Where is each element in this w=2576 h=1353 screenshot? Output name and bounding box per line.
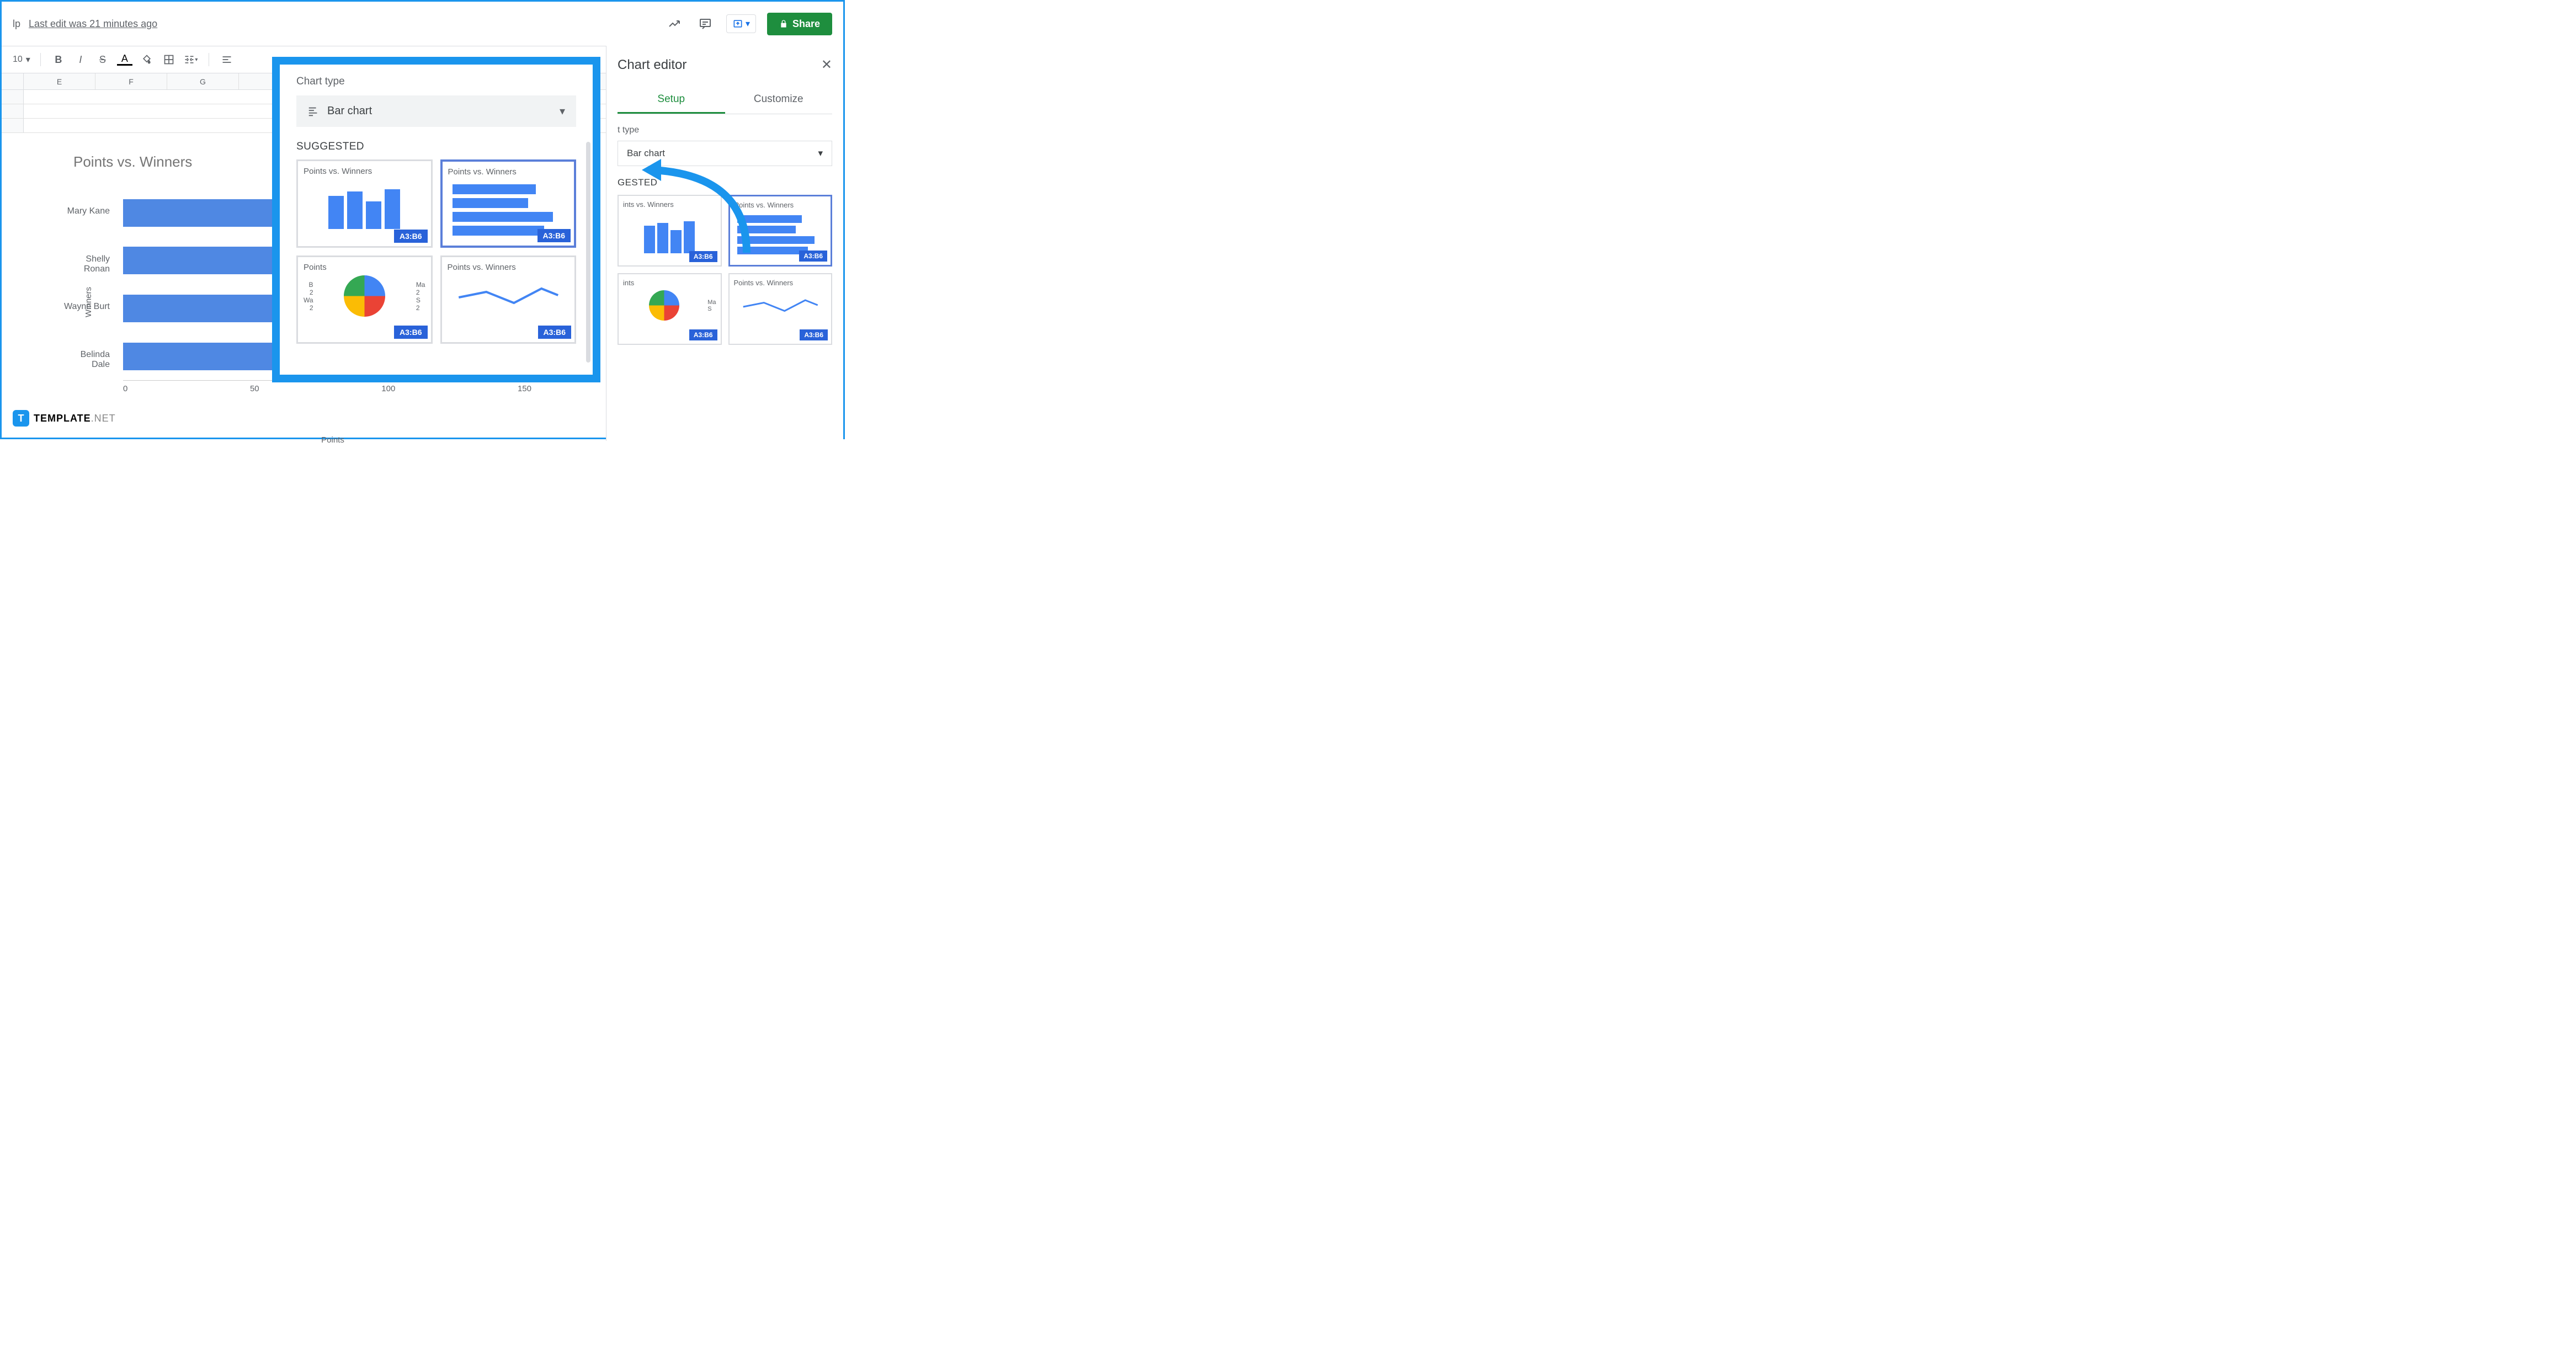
- popup-suggested-label: SUGGESTED: [296, 141, 576, 153]
- column-e[interactable]: E: [24, 73, 95, 89]
- logo-text: TEMPLATE.NET: [34, 413, 116, 424]
- divider: [40, 53, 41, 66]
- chevron-down-icon: ▾: [560, 104, 565, 118]
- chart-type-dropdown[interactable]: Bar chart ▾: [618, 141, 832, 166]
- popup-chart-type-label: Chart type: [296, 76, 576, 88]
- chart-thumb-bar[interactable]: Points vs. Winners A3:B6: [728, 195, 833, 267]
- template-logo: T TEMPLATE.NET: [13, 410, 116, 427]
- column-g[interactable]: G: [167, 73, 239, 89]
- range-badge: A3:B6: [537, 229, 571, 242]
- share-label: Share: [792, 18, 820, 30]
- tab-customize[interactable]: Customize: [725, 87, 833, 114]
- x-tick: 50: [250, 384, 259, 391]
- tab-setup[interactable]: Setup: [618, 87, 725, 114]
- thumb-viz: [649, 290, 679, 321]
- thumb-title: Points vs. Winners: [448, 167, 569, 177]
- thumb-title: ints vs. Winners: [623, 200, 716, 209]
- thumb-viz: [734, 290, 827, 323]
- chart-type-popup: Chart type Bar chart ▾ SUGGESTED Points …: [272, 57, 600, 382]
- popup-chart-type-dropdown[interactable]: Bar chart ▾: [296, 95, 576, 127]
- suggested-thumbnails: ints vs. Winners A3:B6 Points vs. Winner…: [618, 195, 832, 345]
- sidebar-title: Chart editor: [618, 57, 686, 73]
- comment-icon[interactable]: [695, 14, 715, 34]
- chevron-down-icon: ▾: [26, 54, 30, 65]
- x-tick: 150: [518, 384, 531, 391]
- row-num[interactable]: [2, 119, 24, 132]
- bar-chart-icon: [307, 105, 320, 118]
- thumb-title: Points vs. Winners: [304, 167, 425, 176]
- fill-color-button[interactable]: [139, 52, 155, 67]
- scrollbar[interactable]: [586, 142, 590, 363]
- thumb-viz: [448, 275, 570, 319]
- bar-category-label: Wayne Burt: [61, 302, 116, 312]
- thumb-title: Points vs. Winners: [448, 263, 570, 272]
- chevron-down-icon: ▾: [746, 18, 750, 29]
- row-num[interactable]: [2, 90, 24, 104]
- bar-category-label: Belinda Dale: [61, 350, 116, 370]
- bar-category-label: Mary Kane: [61, 206, 116, 216]
- font-size-selector[interactable]: 10 ▾: [13, 54, 30, 65]
- text-color-button[interactable]: A: [117, 54, 132, 66]
- chevron-down-icon: ▾: [818, 148, 823, 159]
- top-right: ▾ Share: [664, 13, 832, 35]
- bold-button[interactable]: B: [51, 52, 66, 67]
- chart-type-label: t type: [618, 125, 832, 135]
- range-badge: A3:B6: [689, 329, 717, 340]
- thumb-title: Points vs. Winners: [735, 201, 827, 209]
- italic-button[interactable]: I: [73, 52, 88, 67]
- thumb-title: Points vs. Winners: [734, 279, 827, 287]
- x-tick: 100: [381, 384, 395, 391]
- sidebar-tabs: Setup Customize: [618, 87, 832, 114]
- merge-button[interactable]: ▾: [183, 52, 199, 67]
- bar-category-label: Shelly Ronan: [61, 254, 116, 274]
- thumb-title: Points: [304, 263, 425, 272]
- range-badge: A3:B6: [394, 326, 427, 339]
- popup-thumb-pie[interactable]: Points B 2 Wa 2 Ma 2 S 2 A3:B6: [296, 255, 433, 344]
- range-badge: A3:B6: [394, 230, 427, 243]
- top-left: lp Last edit was 21 minutes ago: [13, 18, 157, 30]
- popup-thumbnails: Points vs. Winners A3:B6 Points vs. Winn…: [296, 159, 576, 344]
- x-axis-label: Points: [123, 435, 542, 445]
- chart-editor-sidebar: Chart editor ✕ Setup Customize t type Ba…: [606, 46, 843, 441]
- trend-icon[interactable]: [664, 14, 684, 34]
- align-button[interactable]: [219, 52, 235, 67]
- close-icon[interactable]: ✕: [821, 57, 832, 73]
- popup-thumb-column[interactable]: Points vs. Winners A3:B6: [296, 159, 433, 248]
- range-badge: A3:B6: [800, 329, 828, 340]
- chart-thumb-column[interactable]: ints vs. Winners A3:B6: [618, 195, 722, 267]
- corner-cell[interactable]: [2, 73, 24, 89]
- help-menu[interactable]: lp: [13, 18, 20, 30]
- top-bar: lp Last edit was 21 minutes ago ▾ Share: [2, 2, 843, 46]
- thumb-viz: [623, 212, 716, 253]
- present-button[interactable]: ▾: [726, 14, 756, 33]
- logo-icon: T: [13, 410, 29, 427]
- suggested-label: GESTED: [618, 177, 832, 188]
- chart-thumb-pie[interactable]: ints Ma S A3:B6: [618, 273, 722, 345]
- thumb-title: ints: [623, 279, 716, 287]
- row-num[interactable]: [2, 104, 24, 118]
- popup-thumb-bar[interactable]: Points vs. Winners A3:B6: [440, 159, 577, 248]
- borders-button[interactable]: [161, 52, 177, 67]
- chart-thumb-line[interactable]: Points vs. Winners A3:B6: [728, 273, 833, 345]
- last-edit-link[interactable]: Last edit was 21 minutes ago: [29, 18, 157, 30]
- share-button[interactable]: Share: [767, 13, 832, 35]
- range-badge: A3:B6: [799, 251, 827, 262]
- thumb-viz: [304, 179, 425, 229]
- range-badge: A3:B6: [538, 326, 571, 339]
- strikethrough-button[interactable]: S: [95, 52, 110, 67]
- popup-thumb-line[interactable]: Points vs. Winners A3:B6: [440, 255, 577, 344]
- column-f[interactable]: F: [95, 73, 167, 89]
- range-badge: A3:B6: [689, 251, 717, 262]
- sidebar-header: Chart editor ✕: [618, 57, 832, 73]
- thumb-viz: [344, 275, 385, 317]
- x-tick: 0: [123, 384, 127, 391]
